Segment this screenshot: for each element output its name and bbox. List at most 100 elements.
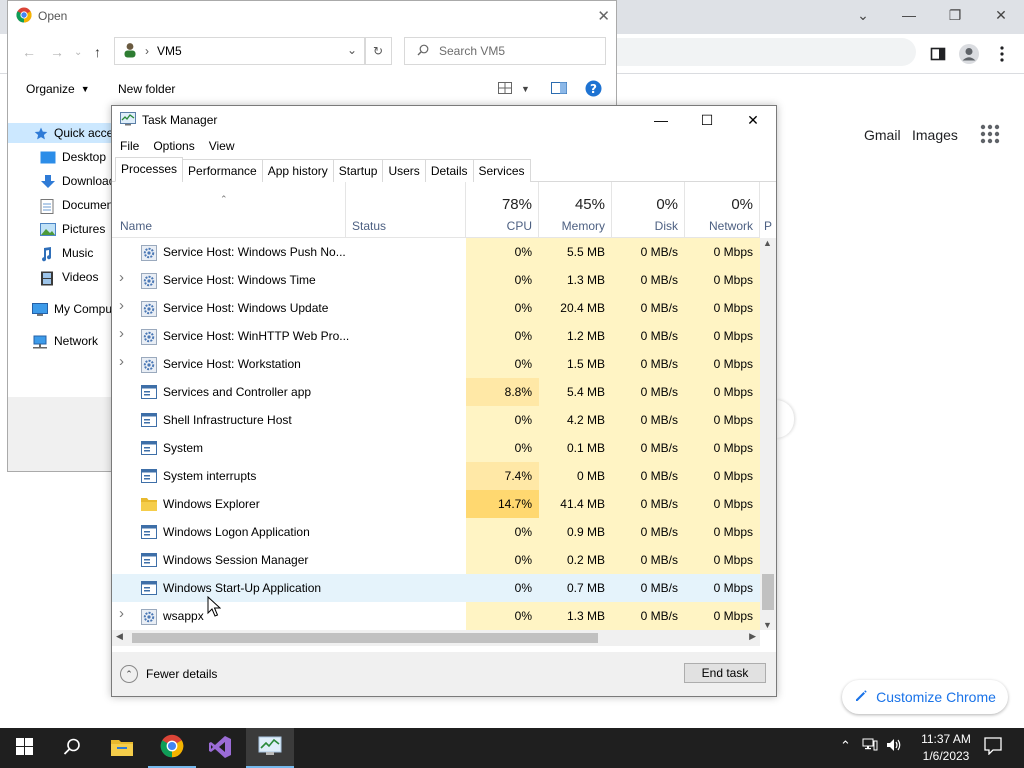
table-row[interactable]: System 0% 0.1 MB 0 MB/s 0 Mbps [112,434,760,462]
tab-startup[interactable]: Startup [332,159,384,182]
chevron-down-icon[interactable]: ⌄ [840,0,886,30]
sidebar-item-desktop[interactable]: Desktop [40,147,106,167]
scroll-down-icon[interactable]: ▼ [763,620,772,630]
expand-chevron-icon[interactable]: › [119,269,129,286]
up-arrow-icon[interactable]: ↑ [94,44,101,60]
table-row[interactable]: Windows Explorer 14.7% 41.4 MB 0 MB/s 0 Mbps [112,490,760,518]
table-row[interactable]: Windows Session Manager 0% 0.2 MB 0 MB/s 0 M… [112,546,760,574]
minimize-icon[interactable]: — [886,0,932,30]
table-row[interactable]: › Service Host: Windows Time 0% 1.3 MB 0 MB/… [112,266,760,294]
address-bar[interactable]: › VM5 ⌄ [114,37,366,65]
restore-icon[interactable]: ❐ [932,0,978,30]
table-row[interactable]: Services and Controller app 8.8% 5.4 MB 0 M… [112,378,760,406]
address-dropdown-icon[interactable]: ⌄ [347,43,357,57]
column-memory-header[interactable]: 45% Memory [539,182,612,238]
scroll-right-icon[interactable]: ▶ [749,631,756,642]
column-disk-header[interactable]: 0% Disk [612,182,685,238]
scroll-up-icon[interactable]: ▲ [763,238,772,248]
search-placeholder: Search VM5 [439,44,506,58]
view-dropdown-icon[interactable]: ▼ [521,84,530,94]
more-menu-icon[interactable] [990,42,1014,66]
tab-details[interactable]: Details [424,159,474,182]
minimize-icon[interactable]: — [638,106,684,134]
horizontal-scrollbar[interactable]: ◀ ▶ [112,630,760,646]
taskbar-visual-studio[interactable] [196,728,244,768]
column-name-header[interactable]: Name [112,182,346,238]
taskbar-chrome[interactable] [148,728,196,768]
close-icon[interactable]: ✕ [597,7,610,25]
scroll-left-icon[interactable]: ◀ [116,631,123,642]
fewer-details-toggle[interactable]: ⌃ Fewer details [120,665,217,683]
tab-performance[interactable]: Performance [182,159,263,182]
sidebar-item-videos[interactable]: Videos [40,267,98,287]
table-row[interactable]: › Service Host: Windows Update 0% 20.4 MB 0 … [112,294,760,322]
start-button[interactable] [0,728,48,768]
side-panel-icon[interactable] [926,42,950,66]
volume-icon[interactable] [886,738,902,755]
maximize-icon[interactable]: ☐ [684,106,730,134]
menu-view[interactable]: View [209,139,235,153]
sidebar-item-quick-access[interactable]: Quick access [8,123,125,143]
network-status-icon[interactable] [862,738,878,755]
column-network-header[interactable]: 0% Network [685,182,760,238]
expand-chevron-icon[interactable]: › [119,605,129,622]
column-power-header[interactable]: P [760,182,776,238]
sidebar-item-network[interactable]: Network [32,331,98,351]
column-status-header[interactable]: Status [346,182,466,238]
menu-options[interactable]: Options [153,139,194,153]
recent-dropdown-icon[interactable]: ⌄ [74,47,82,58]
forward-arrow-icon[interactable]: → [50,44,64,60]
tab-processes[interactable]: Processes [115,157,184,182]
gmail-link[interactable]: Gmail [864,127,901,143]
close-icon[interactable]: ✕ [730,106,776,134]
taskbar-task-manager[interactable] [246,728,294,768]
gear-icon [141,273,157,289]
show-hidden-icons-icon[interactable]: ⌃ [840,738,851,754]
sidebar-item-downloads[interactable]: Downloads [40,171,121,191]
table-row[interactable]: Windows Logon Application 0% 0.9 MB 0 MB/s 0… [112,518,760,546]
column-cpu-header[interactable]: 78% CPU [466,182,539,238]
taskbar-file-explorer[interactable] [98,728,146,768]
search-box-edge[interactable] [776,400,794,438]
organize-menu-button[interactable]: Organize ▼ [26,82,90,96]
table-row[interactable]: Shell Infrastructure Host 0% 4.2 MB 0 MB/s 0… [112,406,760,434]
notifications-icon[interactable] [984,737,1002,758]
tab-services[interactable]: Services [472,159,531,182]
table-row[interactable]: Service Host: Windows Push No... 0% 5.5 MB… [112,238,760,266]
vertical-scroll-thumb[interactable] [762,574,774,610]
customize-chrome-button[interactable]: Customize Chrome [842,680,1008,714]
profile-avatar-icon[interactable] [957,42,981,66]
menu-file[interactable]: File [120,139,139,153]
refresh-button[interactable]: ↻ [364,37,392,65]
horizontal-scroll-thumb[interactable] [132,633,598,643]
taskbar-clock[interactable]: 11:37 AM 1/6/2023 [906,731,986,765]
table-row[interactable]: System interrupts 7.4% 0 MB 0 MB/s 0 Mbps [112,462,760,490]
preview-pane-icon[interactable] [551,82,567,97]
table-row[interactable]: › Service Host: WinHTTP Web Pro... 0% 1.2 M… [112,322,760,350]
expand-chevron-icon[interactable]: › [119,325,129,342]
help-icon[interactable]: ? [585,80,602,100]
close-icon[interactable]: ✕ [978,0,1024,30]
view-options-icon[interactable] [498,82,512,97]
new-folder-button[interactable]: New folder [118,82,175,96]
taskbar: ⌃ 11:37 AM 1/6/2023 [0,728,1024,768]
documents-icon [40,198,56,214]
taskbar-search-button[interactable] [48,728,96,768]
vertical-scrollbar[interactable]: ▲ ▼ [760,238,776,630]
tab-users[interactable]: Users [382,159,426,182]
omnibox[interactable] [600,38,916,66]
sidebar-item-music[interactable]: Music [40,243,93,263]
end-task-button[interactable]: End task [684,663,766,683]
process-name: System interrupts [163,469,257,483]
sidebar-item-pictures[interactable]: Pictures [40,219,105,239]
search-input[interactable]: Search VM5 [404,37,606,65]
images-link[interactable]: Images [912,127,958,143]
process-memory-cell: 20.4 MB [539,294,612,322]
back-arrow-icon[interactable]: ← [22,44,36,60]
expand-chevron-icon[interactable]: › [119,297,129,314]
gear-icon [141,301,157,317]
tab-app-history[interactable]: App history [261,159,334,182]
apps-grid-icon[interactable] [980,124,1000,144]
table-row[interactable]: › Service Host: Workstation 0% 1.5 MB 0 MB/s… [112,350,760,378]
expand-chevron-icon[interactable]: › [119,353,129,370]
